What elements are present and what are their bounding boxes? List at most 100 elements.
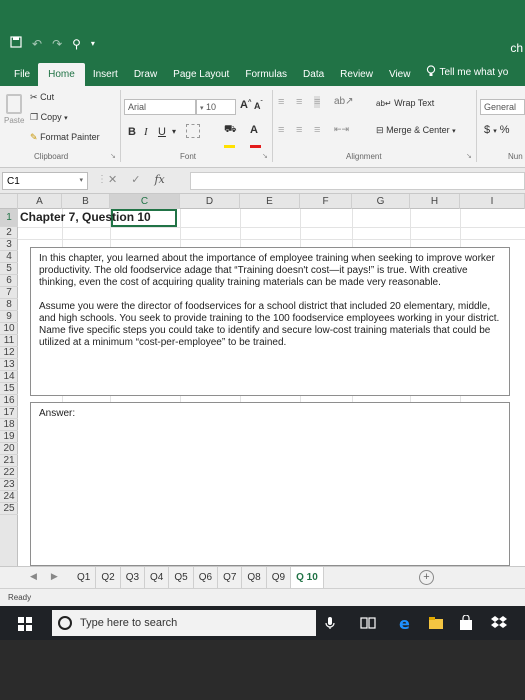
tab-page-layout[interactable]: Page Layout	[165, 69, 237, 86]
sheet-tab-q1[interactable]: Q1	[72, 567, 97, 590]
column-header-i[interactable]: I	[460, 194, 525, 209]
row-header[interactable]: 5	[0, 263, 18, 275]
cut-button[interactable]: ✂ Cut	[30, 92, 54, 103]
sheet-tab-q10[interactable]: Q 10	[291, 567, 324, 590]
row-header[interactable]: 15	[0, 383, 18, 395]
align-left-icon[interactable]: ≡	[278, 124, 284, 136]
column-header-d[interactable]: D	[180, 194, 240, 209]
tab-home[interactable]: Home	[38, 63, 85, 86]
underline-icon[interactable]: U	[158, 126, 166, 138]
align-middle-icon[interactable]: ≡	[296, 96, 302, 108]
tab-draw[interactable]: Draw	[126, 69, 165, 86]
taskbar-search[interactable]: Type here to search	[52, 610, 316, 636]
merge-center-button[interactable]: ⊟ Merge & Center ▾	[376, 125, 456, 136]
select-all-corner[interactable]	[0, 194, 18, 209]
column-header-c[interactable]: C	[110, 194, 180, 209]
row-header[interactable]: 8	[0, 299, 18, 311]
question-textbox[interactable]: In this chapter, you learned about the i…	[30, 247, 510, 396]
borders-icon[interactable]	[186, 124, 200, 138]
row-header[interactable]: 24	[0, 491, 18, 503]
clipboard-launcher-icon[interactable]: ↘	[110, 152, 116, 160]
paste-button[interactable]: Paste	[4, 94, 24, 125]
sheet-tab-q4[interactable]: Q4	[145, 567, 170, 590]
row-header[interactable]: 3	[0, 239, 18, 251]
tab-formulas[interactable]: Formulas	[237, 69, 295, 86]
tab-data[interactable]: Data	[295, 69, 332, 86]
row-header[interactable]: 21	[0, 455, 18, 467]
align-center-icon[interactable]: ≡	[296, 124, 302, 136]
row-header[interactable]: 19	[0, 431, 18, 443]
align-bottom-icon[interactable]: ≡	[314, 96, 321, 108]
edge-browser-icon[interactable]: e	[398, 614, 414, 633]
sheet-tab-q9[interactable]: Q9	[267, 567, 292, 590]
sheet-tab-q3[interactable]: Q3	[121, 567, 146, 590]
row-header[interactable]: 18	[0, 419, 18, 431]
decrease-font-size-icon[interactable]: Aˇ	[254, 101, 263, 111]
row-header[interactable]: 1	[0, 209, 18, 227]
row-header[interactable]: 11	[0, 335, 18, 347]
row-header[interactable]: 2	[0, 227, 18, 239]
row-header[interactable]: 22	[0, 467, 18, 479]
chevron-right-icon[interactable]: ▶	[51, 571, 58, 582]
sheet-tab-q8[interactable]: Q8	[242, 567, 267, 590]
chevron-left-icon[interactable]: ◀	[30, 571, 37, 582]
sheet-tab-q7[interactable]: Q7	[218, 567, 243, 590]
cancel-icon[interactable]: ✕	[108, 173, 117, 186]
align-top-icon[interactable]: ≡	[278, 96, 284, 108]
cell-area[interactable]: Chapter 7, Question 10 In this chapter, …	[18, 209, 525, 566]
sheet-tab-q6[interactable]: Q6	[194, 567, 219, 590]
row-header[interactable]: 16	[0, 395, 18, 407]
tab-view[interactable]: View	[381, 69, 419, 86]
row-header[interactable]: 10	[0, 323, 18, 335]
row-header[interactable]: 20	[0, 443, 18, 455]
save-icon[interactable]	[10, 36, 22, 51]
align-right-icon[interactable]: ≡	[314, 124, 320, 136]
tab-file[interactable]: File	[6, 69, 38, 86]
dropbox-icon[interactable]	[490, 615, 507, 631]
row-header[interactable]: 17	[0, 407, 18, 419]
answer-textbox[interactable]: Answer:	[30, 402, 510, 566]
customize-toolbar-icon[interactable]: ▾	[91, 39, 95, 48]
column-header-f[interactable]: F	[300, 194, 352, 209]
tell-me-search[interactable]: Tell me what yo	[418, 65, 516, 86]
name-box[interactable]: C1 ▾	[2, 172, 88, 190]
column-header-a[interactable]: A	[18, 194, 62, 209]
number-format-select[interactable]: General	[480, 99, 525, 115]
microphone-icon[interactable]	[322, 615, 338, 631]
alignment-launcher-icon[interactable]: ↘	[466, 152, 472, 160]
row-header[interactable]: 25	[0, 503, 18, 515]
column-header-h[interactable]: H	[410, 194, 460, 209]
task-view-icon[interactable]	[360, 615, 376, 631]
format-painter-button[interactable]: ✎ Format Painter	[30, 132, 100, 143]
font-size-select[interactable]: ▾ 10	[196, 99, 236, 115]
copy-button[interactable]: ❐ Copy ▾	[30, 112, 68, 123]
row-header[interactable]: 23	[0, 479, 18, 491]
undo-icon[interactable]: ↶	[32, 37, 42, 51]
row-header[interactable]: 12	[0, 347, 18, 359]
sheet-tab-q2[interactable]: Q2	[96, 567, 121, 590]
currency-button[interactable]: $ ▾ %	[484, 124, 510, 136]
file-explorer-icon[interactable]	[428, 615, 444, 631]
row-header[interactable]: 13	[0, 359, 18, 371]
row-header[interactable]: 9	[0, 311, 18, 323]
column-header-b[interactable]: B	[62, 194, 110, 209]
column-header-g[interactable]: G	[352, 194, 410, 209]
insert-function-icon[interactable]: fx	[154, 173, 164, 186]
formula-input[interactable]	[190, 172, 525, 190]
sheet-tab-q5[interactable]: Q5	[169, 567, 194, 590]
redo-icon[interactable]: ↷	[52, 37, 62, 51]
increase-font-size-icon[interactable]: A^	[240, 99, 251, 111]
row-header[interactable]: 4	[0, 251, 18, 263]
tab-insert[interactable]: Insert	[85, 69, 126, 86]
orientation-icon[interactable]: ab↗	[334, 96, 354, 107]
windows-start-icon[interactable]	[18, 617, 32, 631]
row-header[interactable]: 14	[0, 371, 18, 383]
italic-icon[interactable]: I	[144, 126, 148, 138]
bold-icon[interactable]: B	[128, 126, 136, 138]
font-color-icon[interactable]: A	[250, 124, 261, 148]
row-header[interactable]: 6	[0, 275, 18, 287]
font-name-select[interactable]: Arial	[124, 99, 196, 115]
store-icon[interactable]	[458, 614, 474, 631]
add-sheet-icon[interactable]: +	[419, 570, 434, 585]
row-header[interactable]: 7	[0, 287, 18, 299]
